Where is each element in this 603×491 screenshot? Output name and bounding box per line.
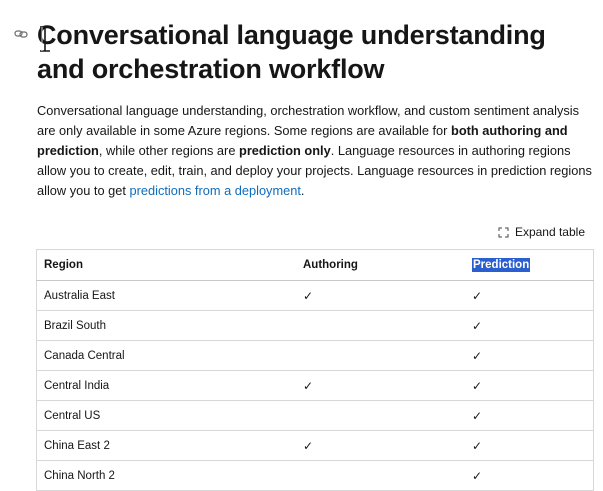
table-row: Central India ✓ ✓ xyxy=(36,370,594,401)
text-cursor-icon xyxy=(40,26,50,52)
cell-authoring: ✓ xyxy=(296,280,465,311)
cell-prediction: ✓ xyxy=(465,370,594,401)
intro-bold-2: prediction only xyxy=(239,143,331,158)
cell-prediction: ✓ xyxy=(465,400,594,431)
header-prediction: Prediction xyxy=(465,249,594,281)
cell-authoring: ✓ xyxy=(296,430,465,461)
link-icon[interactable] xyxy=(14,28,30,42)
cell-region: Central India xyxy=(36,370,296,401)
predictions-link[interactable]: predictions from a deployment xyxy=(129,183,300,198)
cell-prediction: ✓ xyxy=(465,460,594,491)
cell-authoring xyxy=(296,340,465,371)
cell-prediction: ✓ xyxy=(465,340,594,371)
regions-table: Region Authoring Prediction Australia Ea… xyxy=(36,249,594,491)
cell-region: Brazil South xyxy=(36,310,296,341)
cell-authoring: ✓ xyxy=(296,370,465,401)
intro-text-4: . xyxy=(300,183,305,198)
table-row: Canada Central ✓ xyxy=(36,340,594,371)
cell-prediction: ✓ xyxy=(465,430,594,461)
table-row: Brazil South ✓ xyxy=(36,310,594,341)
page-title: Conversational language understanding an… xyxy=(37,20,546,84)
cell-authoring xyxy=(296,400,465,431)
intro-text-2: , while other regions are xyxy=(98,143,239,158)
table-row: Central US ✓ xyxy=(36,400,594,431)
cell-prediction: ✓ xyxy=(465,280,594,311)
cell-region: Australia East xyxy=(36,280,296,311)
cell-region: Central US xyxy=(36,400,296,431)
cell-authoring xyxy=(296,310,465,341)
cell-region: China North 2 xyxy=(36,460,296,491)
intro-paragraph: Conversational language understanding, o… xyxy=(37,101,595,201)
header-authoring: Authoring xyxy=(296,249,465,281)
cell-authoring xyxy=(296,460,465,491)
cell-region: Canada Central xyxy=(36,340,296,371)
expand-icon xyxy=(498,227,509,237)
expand-table-button[interactable]: Expand table xyxy=(498,223,585,241)
table-header-row: Region Authoring Prediction xyxy=(36,249,594,281)
cell-prediction: ✓ xyxy=(465,310,594,341)
table-row: China East 2 ✓ ✓ xyxy=(36,430,594,461)
table-row: China North 2 ✓ xyxy=(36,460,594,491)
table-row: Australia East ✓ ✓ xyxy=(36,280,594,311)
expand-table-label: Expand table xyxy=(514,225,585,239)
cell-region: China East 2 xyxy=(36,430,296,461)
header-region: Region xyxy=(36,249,296,281)
selected-text: Prediction xyxy=(472,258,531,272)
